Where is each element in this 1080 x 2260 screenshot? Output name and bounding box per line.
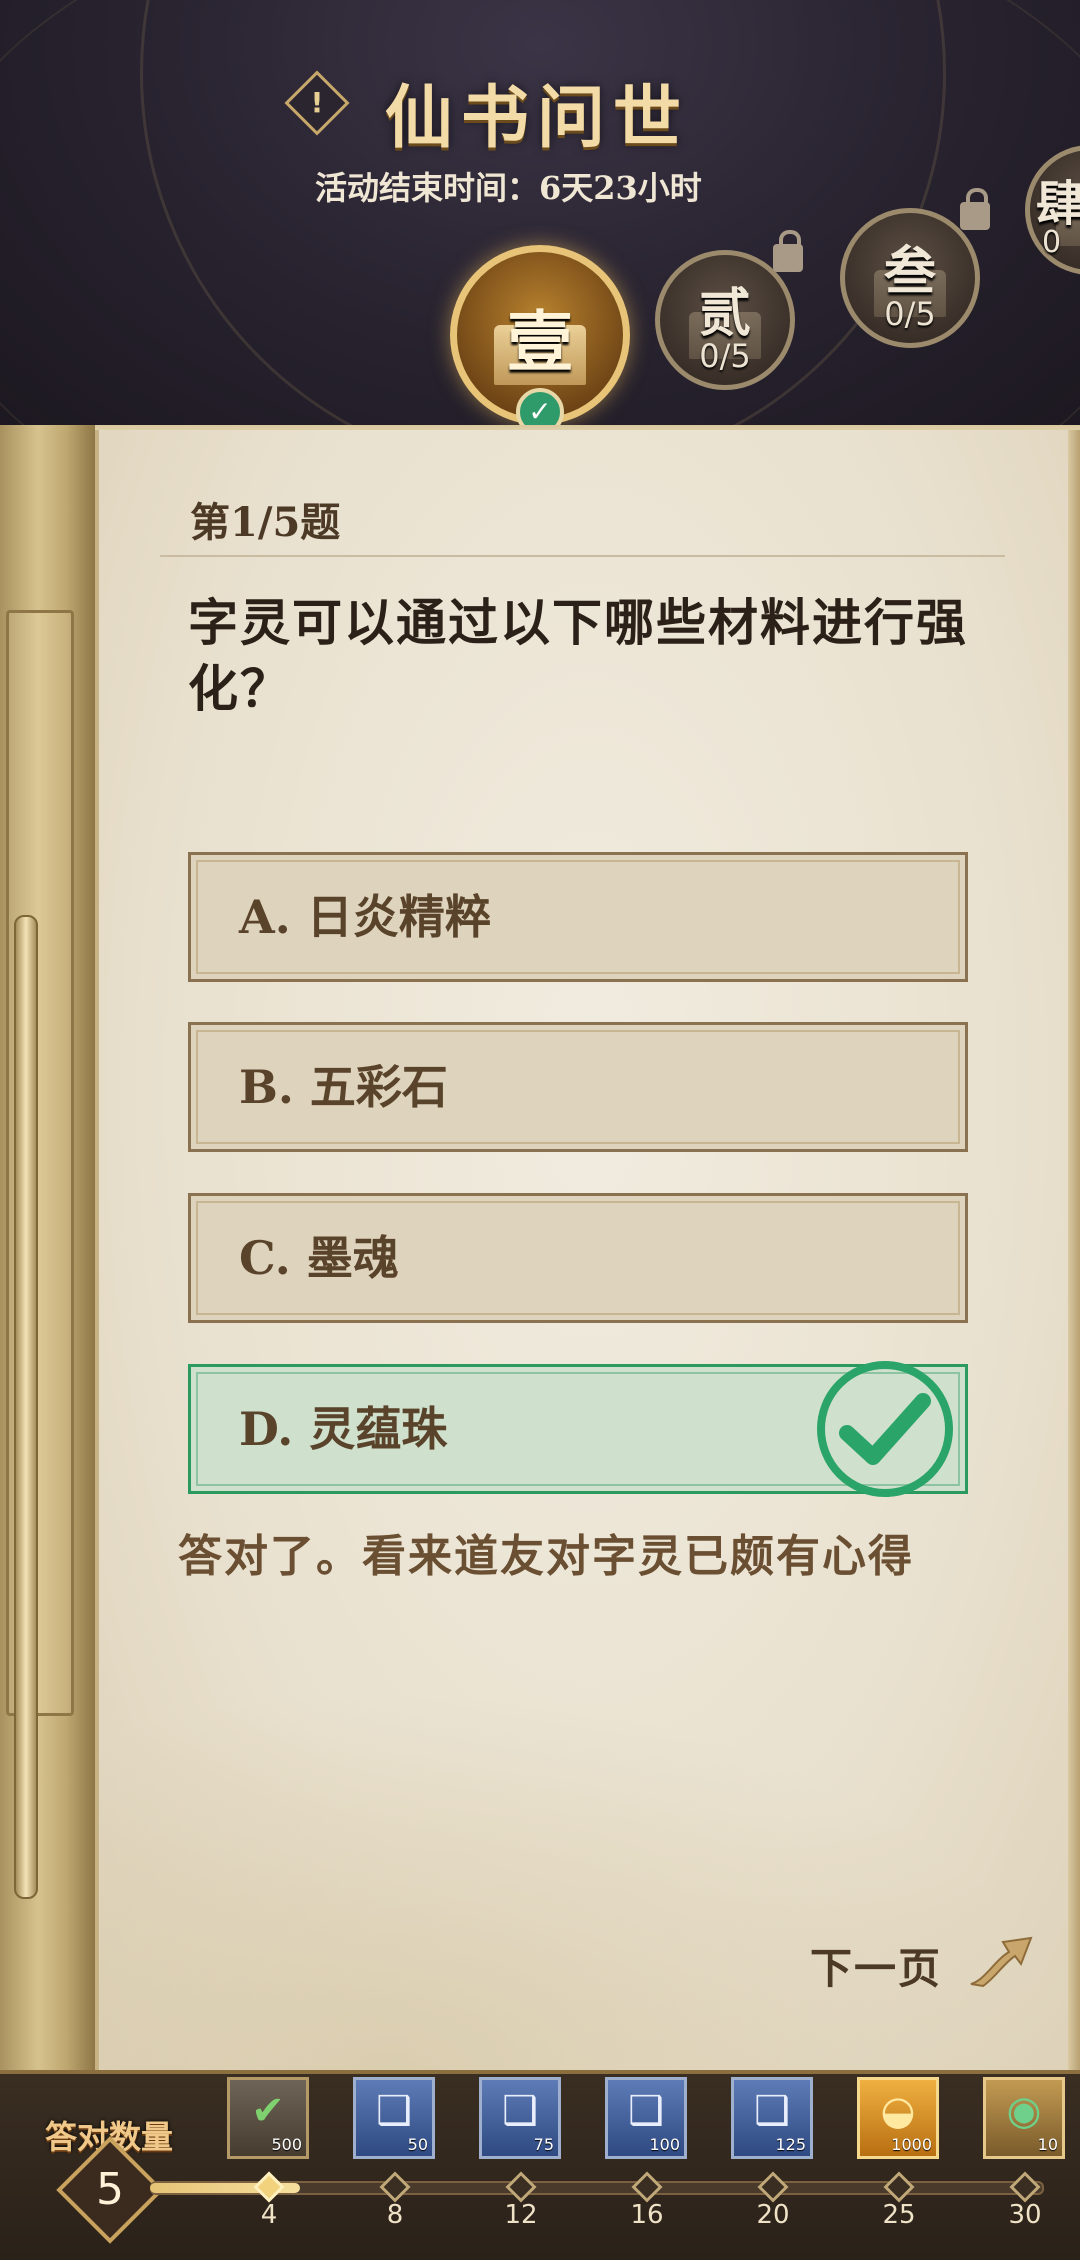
answer-feedback: 答对了。看来道友对字灵已颇有心得 <box>178 1531 914 1582</box>
book-spine <box>0 425 98 2075</box>
option-label: B. 五彩石 <box>239 1060 448 1114</box>
scroll-icon: ❑ <box>754 2088 790 2134</box>
option-b[interactable]: B. 五彩石 <box>188 1022 968 1152</box>
chapter-number: 壹 <box>507 302 573 381</box>
scroll-icon: ❑ <box>502 2088 538 2134</box>
option-label: C. 墨魂 <box>239 1231 399 1285</box>
reward-item[interactable]: ◒ 1000 <box>857 2077 939 2159</box>
chapter-number: 肆 <box>1036 176 1080 233</box>
option-c[interactable]: C. 墨魂 <box>188 1193 968 1323</box>
reward-amount: 125 <box>775 2135 806 2154</box>
reward-amount: 75 <box>533 2135 554 2154</box>
chapter-progress: 0/5 <box>699 336 751 375</box>
correct-check-icon <box>817 1361 953 1497</box>
scroll-icon: ❑ <box>628 2088 664 2134</box>
chapter-progress: 0/5 <box>884 294 936 333</box>
divider <box>160 555 1005 557</box>
milestone-label: 30 <box>1008 2200 1042 2230</box>
milestone-label: 12 <box>504 2200 538 2230</box>
option-d[interactable]: D. 灵蕴珠 <box>188 1361 968 1497</box>
chapter-number: 贰 <box>698 282 751 344</box>
next-arrow-icon[interactable] <box>965 1930 1035 1990</box>
next-page-button[interactable]: 下一页 <box>810 1935 942 1996</box>
milestone-label: 25 <box>882 2200 916 2230</box>
event-timer: 活动结束时间：6天23小时 <box>315 169 702 207</box>
stone-check-icon: ✔ <box>251 2088 285 2134</box>
reward-item[interactable]: ❑ 50 <box>353 2077 435 2159</box>
reward-item[interactable]: ◉ 10 <box>983 2077 1065 2159</box>
reward-item[interactable]: ❑ 75 <box>479 2077 561 2159</box>
reward-amount: 500 <box>271 2135 302 2154</box>
header-banner: ! 仙书问世 活动结束时间：6天23小时 壹 贰 0/5 叁 0/5 肆 0 <box>0 0 1080 440</box>
option-label: D. 灵蕴珠 <box>239 1402 448 1456</box>
question-number: 第1/5题 <box>190 499 341 546</box>
milestone-label: 20 <box>756 2200 790 2230</box>
reward-item[interactable]: ✔ 500 <box>227 2077 309 2159</box>
reward-amount: 100 <box>649 2135 680 2154</box>
spine-scroll-bar <box>14 915 38 1899</box>
page-title: 仙书问世 <box>385 78 690 158</box>
reward-item[interactable]: ❑ 100 <box>605 2077 687 2159</box>
gold-ingot-icon: ◒ <box>880 2088 916 2134</box>
milestone-label: 8 <box>386 2200 404 2230</box>
reward-amount: 10 <box>1037 2135 1058 2154</box>
chapter-4-medallion[interactable]: 肆 0 <box>1025 145 1080 275</box>
reward-item[interactable]: ❑ 125 <box>731 2077 813 2159</box>
scroll-icon: ❑ <box>376 2088 412 2134</box>
lock-icon <box>773 230 803 272</box>
jade-dragon-icon: ◉ <box>1006 2088 1042 2134</box>
correct-count: 5 <box>96 2164 124 2215</box>
option-label: A. 日炎精粹 <box>239 890 491 944</box>
chapter-progress: 0 <box>1042 225 1062 261</box>
chapter-number: 叁 <box>883 240 936 302</box>
question-text: 字灵可以通过以下哪些材料进行强化？ <box>188 593 968 718</box>
chapter-3-medallion[interactable]: 叁 0/5 <box>840 208 980 348</box>
reward-amount: 1000 <box>891 2135 932 2154</box>
title-row: ! 仙书问世 <box>0 60 1080 158</box>
option-a[interactable]: A. 日炎精粹 <box>188 852 968 982</box>
cloud-decoration <box>100 1690 1075 2070</box>
milestone-label: 4 <box>260 2200 278 2230</box>
info-icon[interactable]: ! <box>284 70 350 136</box>
lock-icon <box>960 188 990 230</box>
reward-amount: 50 <box>407 2135 428 2154</box>
milestone-label: 16 <box>630 2200 664 2230</box>
